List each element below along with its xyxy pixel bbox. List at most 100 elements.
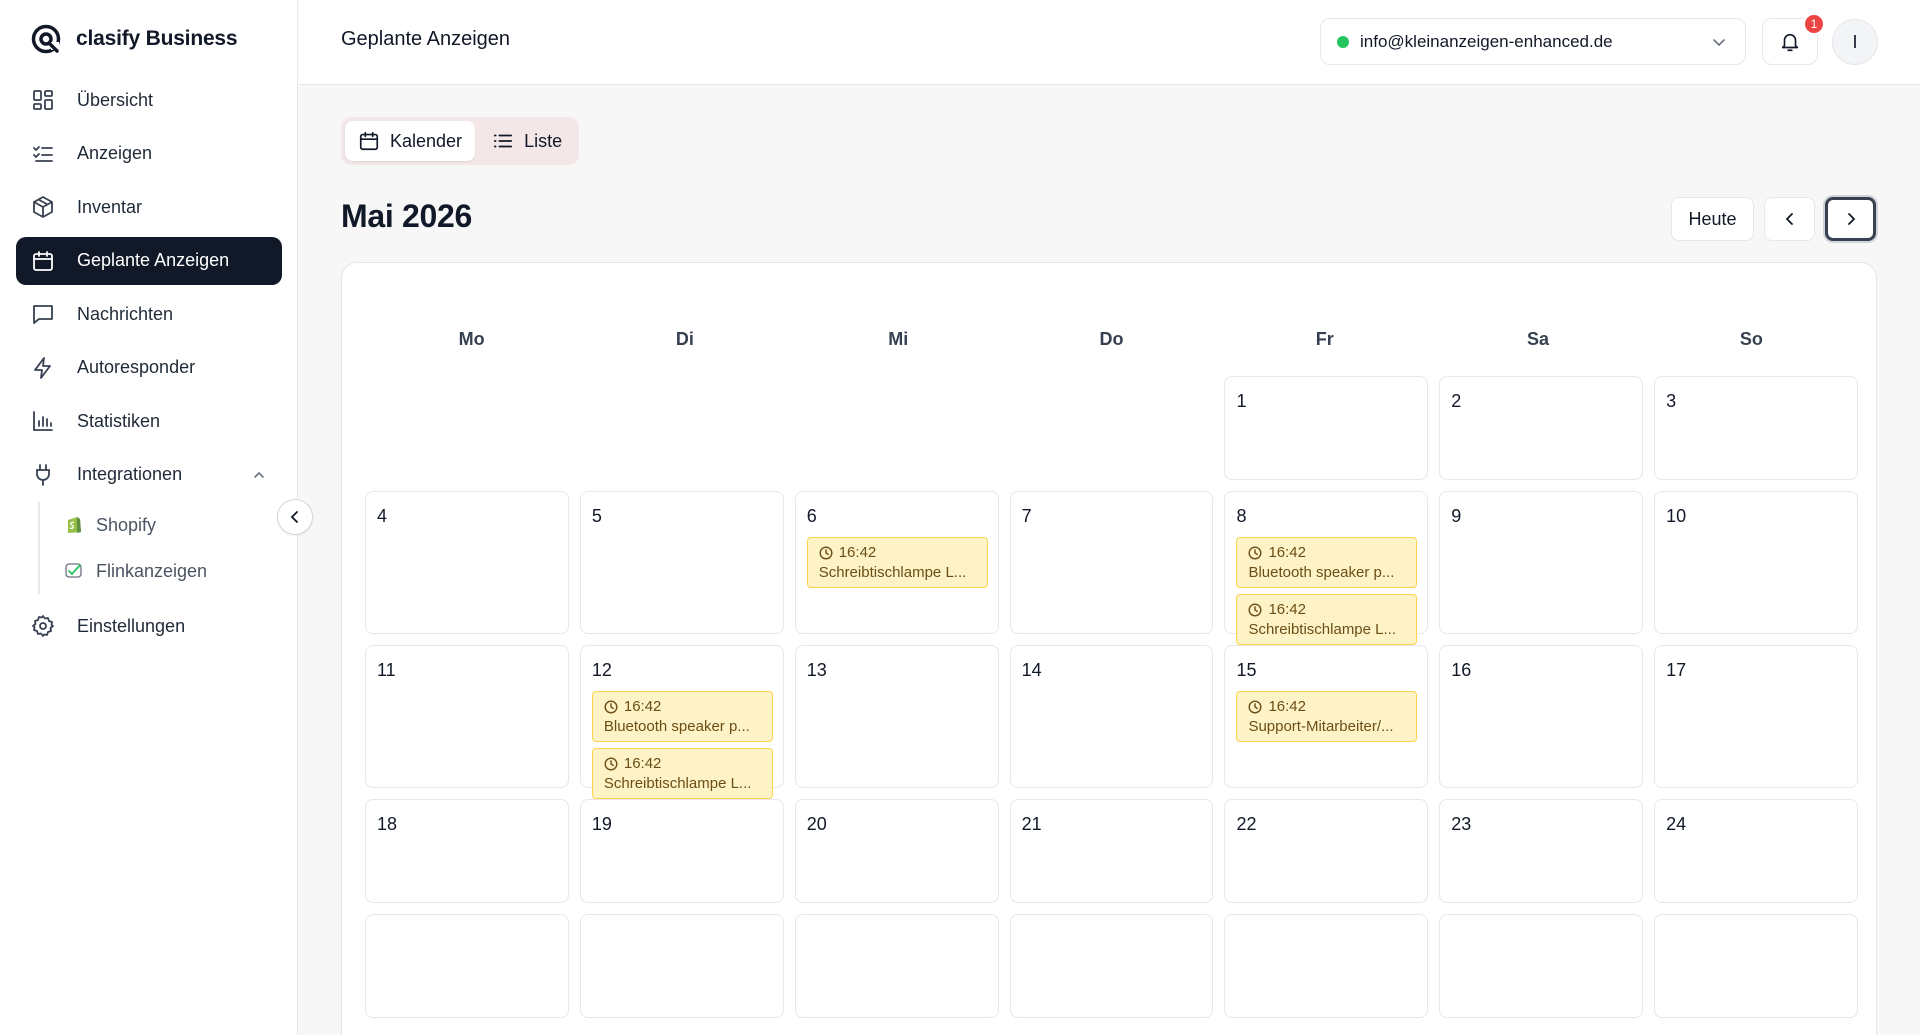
calendar-day-cell[interactable]: 20 — [794, 799, 999, 903]
notification-count-badge: 1 — [1803, 13, 1825, 35]
event-title: Bluetooth speaker p... — [603, 718, 750, 735]
tab-kalender[interactable]: Kalender — [345, 121, 476, 161]
calendar-day-cell[interactable]: 4 — [365, 491, 569, 634]
sidebar-item-einstellungen[interactable]: Einstellungen — [16, 602, 282, 650]
sidebar-item-geplante-anzeigen[interactable]: Geplante Anzeigen — [16, 236, 282, 285]
scheduled-ad-event[interactable]: 16:42 Bluetooth speaker p... — [591, 691, 773, 742]
sidebar-item-integrationen[interactable]: Integrationen — [16, 451, 282, 499]
clock-icon — [1248, 602, 1262, 617]
calendar-day-cell[interactable]: 14 — [1009, 645, 1214, 788]
calendar-grid: 1 2 3 4 5 6 16:42 Schreibtischlampe L... 7 8 16:42… — [365, 376, 1859, 1029]
integrations-subnav: Shopify Flinkanzeigen — [38, 502, 282, 594]
message-icon — [30, 301, 56, 327]
sidebar-subitem-label: Flinkanzeigen — [96, 560, 208, 581]
sidebar-item-label: Autoresponder — [77, 357, 196, 377]
day-number: 3 — [1666, 391, 1677, 411]
day-number: 14 — [1021, 660, 1042, 680]
calendar-day-cell[interactable]: 23 — [1439, 799, 1644, 903]
day-number: 12 — [591, 660, 612, 680]
previous-month-button[interactable] — [1764, 197, 1815, 241]
calendar-day-cell[interactable]: 2 — [1439, 376, 1644, 480]
weekday-label: Di — [675, 329, 694, 349]
scheduled-ad-event[interactable]: 16:42 Schreibtischlampe L... — [591, 748, 773, 799]
weekday-label: Sa — [1527, 329, 1550, 349]
calendar-day-cell[interactable]: 1 — [1224, 376, 1429, 480]
calendar-day-cell[interactable] — [794, 914, 999, 1018]
tab-label: Liste — [524, 130, 563, 151]
scheduled-ad-event[interactable]: 16:42 Schreibtischlampe L... — [1236, 594, 1418, 645]
chevron-down-icon — [1713, 38, 1725, 46]
day-number: 17 — [1666, 660, 1687, 680]
calendar-day-cell[interactable]: 13 — [794, 645, 999, 788]
calendar-day-cell[interactable] — [1009, 914, 1214, 1018]
sidebar-item-statistiken[interactable]: Statistiken — [16, 397, 282, 445]
sidebar-item-label: Geplante Anzeigen — [77, 250, 230, 270]
day-number: 22 — [1236, 814, 1257, 834]
chevron-left-icon — [290, 511, 298, 523]
calendar-day-cell[interactable]: 12 16:42 Bluetooth speaker p... 16:42 Schrei… — [579, 645, 784, 799]
dashboard-icon — [30, 87, 56, 113]
scheduled-ad-event[interactable]: 16:42 Support-Mitarbeiter/... — [1236, 691, 1418, 742]
day-number: 15 — [1236, 660, 1257, 680]
calendar-day-cell[interactable]: 10 — [1654, 491, 1859, 634]
sidebar-item-uebersicht[interactable]: Übersicht — [16, 76, 282, 124]
flinkanzeigen-icon — [64, 561, 84, 581]
day-number: 18 — [377, 814, 398, 834]
calendar-empty-cell — [794, 376, 999, 480]
notifications-button[interactable]: 1 — [1762, 13, 1825, 65]
calendar-day-cell[interactable]: 17 — [1654, 645, 1859, 788]
calendar-day-cell[interactable]: 11 — [365, 645, 569, 788]
tab-liste[interactable]: Liste — [479, 121, 575, 161]
calendar-day-cell[interactable] — [1654, 914, 1859, 1018]
calendar-day-cell[interactable]: 6 16:42 Schreibtischlampe L... — [794, 491, 999, 634]
sidebar-item-inventar[interactable]: Inventar — [16, 183, 282, 231]
event-time: 16:42 — [604, 755, 761, 772]
event-time-text: 16:42 — [623, 698, 662, 715]
event-time: 16:42 — [1248, 698, 1405, 715]
calendar-day-cell[interactable] — [365, 914, 569, 1018]
calendar-week-row: 18 19 20 21 22 23 24 — [365, 799, 1859, 903]
clock-icon — [1248, 545, 1262, 560]
day-number: 1 — [1236, 391, 1247, 411]
calendar-day-cell[interactable]: 8 16:42 Bluetooth speaker p... 16:42 Schreib… — [1224, 491, 1429, 645]
sidebar-item-anzeigen[interactable]: Anzeigen — [16, 130, 282, 178]
collapse-sidebar-button[interactable] — [277, 499, 313, 535]
avatar[interactable]: I — [1832, 19, 1878, 65]
scheduled-ad-event[interactable]: 16:42 Bluetooth speaker p... — [1236, 537, 1418, 588]
calendar-day-cell[interactable]: 18 — [365, 799, 569, 903]
event-title: Schreibtischlampe L... — [603, 775, 752, 792]
calendar-day-cell[interactable] — [1439, 914, 1644, 1018]
sidebar-item-label: Inventar — [77, 196, 143, 217]
shopify-icon — [64, 515, 84, 535]
sidebar-item-nachrichten[interactable]: Nachrichten — [16, 290, 282, 338]
calendar-day-cell[interactable]: 15 16:42 Support-Mitarbeiter/... — [1224, 645, 1429, 788]
calendar-day-cell[interactable]: 3 — [1654, 376, 1859, 480]
scheduled-ad-event[interactable]: 16:42 Schreibtischlampe L... — [806, 537, 988, 588]
clock-icon — [819, 545, 833, 560]
calendar-day-cell[interactable]: 5 — [579, 491, 784, 634]
month-title: Mai 2026 — [341, 198, 473, 234]
today-button[interactable]: Heute — [1671, 197, 1754, 241]
calendar-day-cell[interactable]: 21 — [1009, 799, 1214, 903]
calendar-day-cell[interactable] — [1224, 914, 1429, 1018]
gear-icon — [30, 613, 56, 639]
day-number: 13 — [806, 660, 827, 680]
calendar-day-cell[interactable]: 24 — [1654, 799, 1859, 903]
calendar-day-cell[interactable]: 7 — [1009, 491, 1214, 634]
calendar-day-cell[interactable]: 16 — [1439, 645, 1644, 788]
calendar-day-cell[interactable]: 9 — [1439, 491, 1644, 634]
calendar-day-cell[interactable]: 19 — [579, 799, 784, 903]
sidebar-item-autoresponder[interactable]: Autoresponder — [16, 344, 282, 392]
bell-icon — [1781, 33, 1799, 51]
sidebar-subitem-shopify[interactable]: Shopify — [64, 502, 282, 548]
calendar-nav-controls: Heute — [1671, 197, 1876, 241]
day-number: 20 — [806, 814, 827, 834]
account-select[interactable]: info@kleinanzeigen-enhanced.de — [1320, 18, 1746, 65]
event-time: 16:42 — [819, 544, 976, 561]
calendar-day-cell[interactable] — [579, 914, 784, 1018]
calendar-day-cell[interactable]: 22 — [1224, 799, 1429, 903]
sidebar-subitem-flinkanzeigen[interactable]: Flinkanzeigen — [64, 548, 282, 594]
brand[interactable]: clasify Business — [30, 22, 238, 56]
next-month-button[interactable] — [1825, 197, 1876, 241]
day-number: 16 — [1451, 660, 1472, 680]
